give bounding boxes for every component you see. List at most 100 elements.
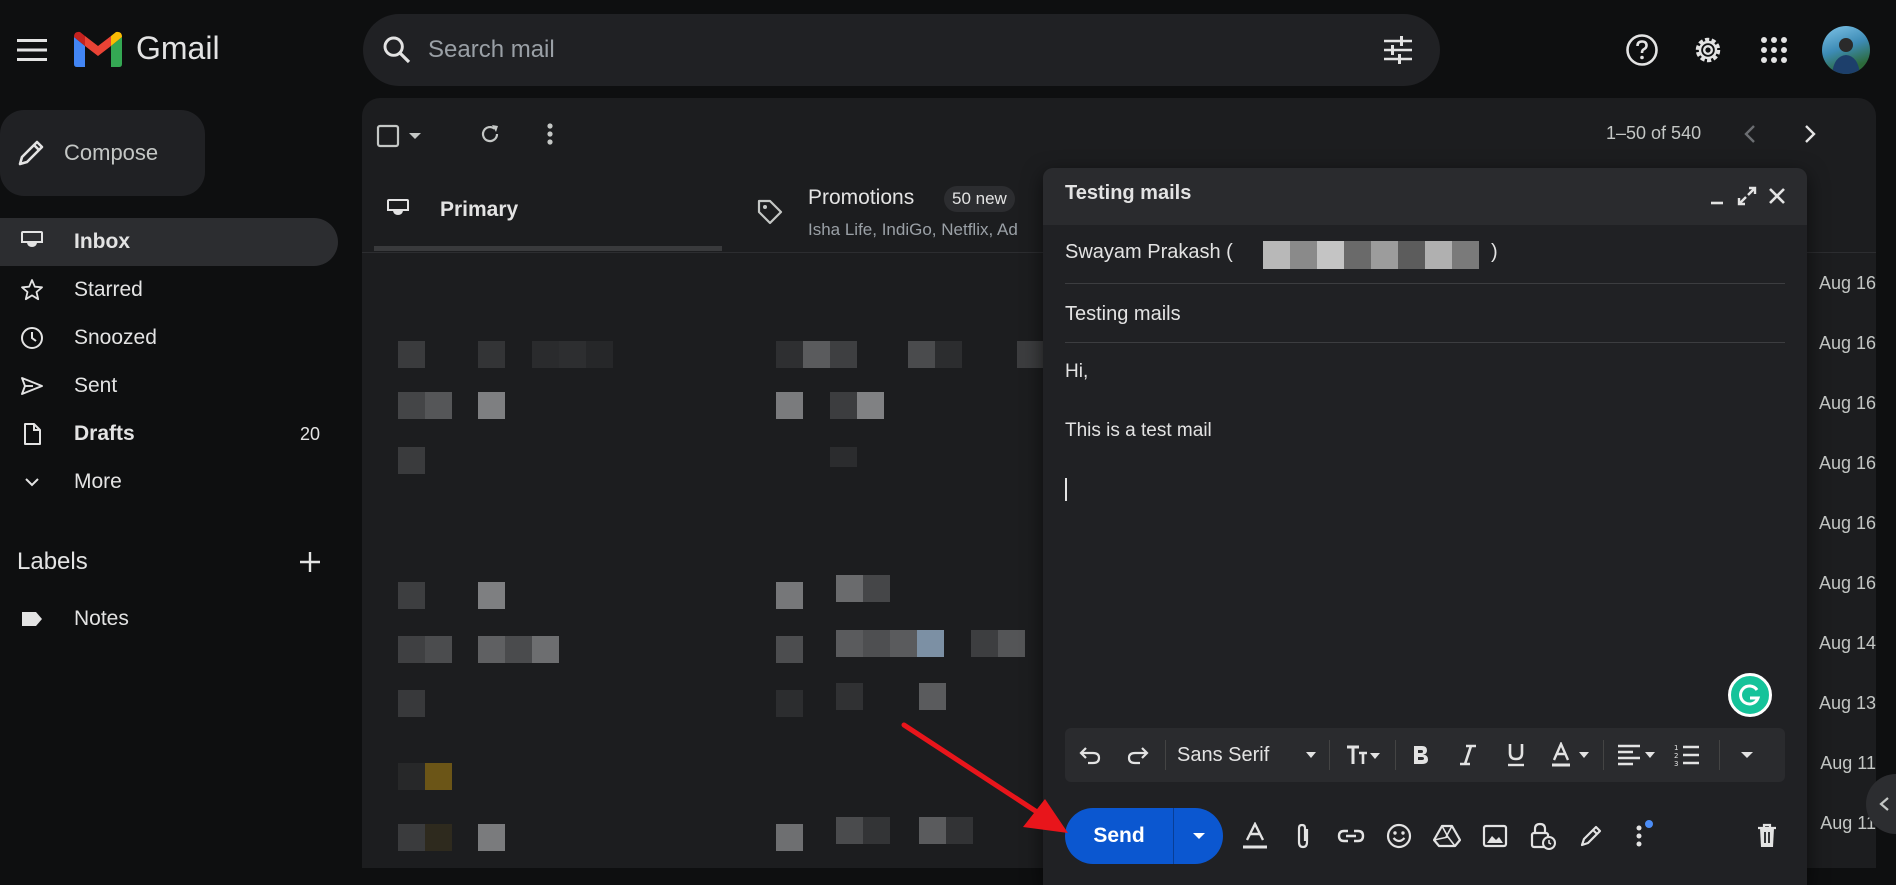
draft-file-icon: [24, 423, 41, 445]
font-family-select[interactable]: Sans Serif: [1173, 740, 1323, 770]
align-button[interactable]: [1611, 740, 1663, 770]
compose-window: Testing mails Swayam Prakash ( ) Testing…: [1043, 168, 1807, 885]
bold-icon: [1414, 746, 1428, 764]
create-label-button[interactable]: [286, 538, 334, 586]
avatar[interactable]: [1822, 26, 1870, 74]
font-name-label: Sans Serif: [1177, 743, 1270, 766]
email-date: Aug 14: [1818, 633, 1876, 653]
insert-photo-button[interactable]: [1479, 820, 1511, 852]
undo-icon: [1079, 747, 1101, 765]
new-count-badge: 50 new: [944, 186, 1015, 212]
undo-button[interactable]: [1075, 740, 1105, 770]
more-compose-options-button[interactable]: [1623, 820, 1655, 852]
tag-icon: [757, 199, 783, 225]
pencil-icon: [18, 140, 44, 166]
older-page-button[interactable]: [1786, 110, 1834, 158]
tab-promotions[interactable]: Promotions 50 new Isha Life, IndiGo, Net…: [726, 170, 1046, 252]
minimize-button[interactable]: [1705, 184, 1729, 208]
text-size-icon: [1347, 745, 1380, 764]
label-item-notes[interactable]: Notes: [0, 595, 338, 643]
caret-down-icon: [1306, 752, 1316, 758]
sidebar-item-starred[interactable]: Starred: [0, 266, 338, 314]
italic-icon: [1460, 744, 1476, 766]
tab-promotions-label: Promotions: [808, 186, 915, 209]
formatting-options-button[interactable]: [1239, 820, 1271, 852]
search-bar[interactable]: [363, 14, 1440, 86]
text-color-button[interactable]: [1547, 740, 1597, 770]
inbox-icon: [21, 231, 43, 253]
search-icon[interactable]: [381, 34, 413, 66]
bold-button[interactable]: [1405, 740, 1435, 770]
more-formatting-button[interactable]: [1727, 740, 1767, 770]
italic-button[interactable]: [1453, 740, 1483, 770]
caret-down-icon: [1741, 752, 1753, 758]
underline-button[interactable]: [1501, 740, 1531, 770]
gmail-logo[interactable]: Gmail: [74, 30, 220, 67]
close-compose-button[interactable]: [1765, 184, 1789, 208]
tab-primary[interactable]: Primary: [362, 170, 726, 252]
gmail-wordmark: Gmail: [136, 30, 220, 66]
email-date: Aug 16: [1818, 513, 1876, 533]
search-options-icon[interactable]: [1383, 36, 1413, 64]
date-labels: Aug 16 Aug 16 Aug 16 Aug 16 Aug 16 Aug 1…: [1800, 253, 1876, 853]
compose-label: Compose: [64, 140, 159, 165]
help-button[interactable]: [1618, 26, 1666, 74]
compose-header[interactable]: Testing mails: [1043, 168, 1807, 225]
numbered-list-icon: 123: [1674, 744, 1699, 767]
redo-button[interactable]: [1123, 740, 1153, 770]
fullscreen-button[interactable]: [1735, 184, 1759, 208]
text-cursor: [1065, 478, 1067, 501]
refresh-button[interactable]: [466, 110, 514, 158]
email-date: Aug 16: [1818, 453, 1876, 473]
insert-emoji-button[interactable]: [1383, 820, 1415, 852]
sidebar-item-inbox[interactable]: Inbox: [0, 218, 338, 266]
sidebar-item-drafts[interactable]: Drafts 20: [0, 410, 338, 458]
trash-icon: [1758, 823, 1776, 847]
apps-button[interactable]: [1750, 26, 1798, 74]
font-size-button[interactable]: [1337, 740, 1389, 770]
svg-text:2: 2: [1674, 752, 1678, 760]
apps-grid-icon: [1761, 37, 1787, 63]
insert-link-button[interactable]: [1335, 820, 1367, 852]
email-date: Aug 13: [1818, 693, 1876, 713]
sidebar-item-snoozed[interactable]: Snoozed: [0, 314, 338, 362]
signature-pen-icon: [1580, 825, 1602, 847]
gmail-m-icon: [74, 31, 122, 67]
recipients-field[interactable]: Swayam Prakash ( ): [1065, 225, 1785, 284]
grammarly-button[interactable]: [1728, 673, 1772, 717]
sidebar-item-sent[interactable]: Sent: [0, 362, 338, 410]
settings-button[interactable]: [1684, 26, 1732, 74]
drive-icon: [1433, 824, 1461, 848]
caret-down-icon: [409, 133, 421, 139]
chevron-down-icon: [25, 478, 39, 487]
send-button[interactable]: Send: [1065, 808, 1173, 864]
body-line-greeting: Hi,: [1065, 361, 1089, 382]
more-options-button[interactable]: [526, 110, 574, 158]
minimize-icon: [1711, 201, 1723, 205]
numbered-list-button[interactable]: 123: [1667, 740, 1707, 770]
attach-file-button[interactable]: [1287, 820, 1319, 852]
main-menu-button[interactable]: [8, 26, 56, 74]
sidebar-item-label: Snoozed: [74, 326, 157, 349]
recipient-close-paren: ): [1491, 241, 1498, 263]
select-checkbox[interactable]: [376, 116, 440, 156]
recipient-name: Swayam Prakash (: [1065, 241, 1233, 263]
send-icon: [21, 377, 43, 395]
notification-dot: [1645, 820, 1653, 828]
search-input[interactable]: [428, 28, 1328, 72]
emoji-icon: [1386, 823, 1412, 849]
discard-draft-button[interactable]: [1751, 820, 1783, 852]
schedule-send-button[interactable]: [1174, 808, 1223, 864]
text-color-icon: [1552, 742, 1589, 767]
sidebar-item-more[interactable]: More: [0, 458, 338, 506]
chevron-left-icon: [1879, 797, 1889, 811]
send-label: Send: [1093, 824, 1145, 847]
account-photo-icon: [1832, 38, 1860, 74]
insert-signature-button[interactable]: [1575, 820, 1607, 852]
confidential-mode-button[interactable]: [1527, 820, 1559, 852]
sidebar-item-label: More: [74, 470, 122, 493]
insert-drive-button[interactable]: [1431, 820, 1463, 852]
compose-button[interactable]: Compose: [0, 110, 205, 196]
newer-page-button[interactable]: [1726, 110, 1774, 158]
subject-field[interactable]: Testing mails: [1065, 284, 1785, 343]
